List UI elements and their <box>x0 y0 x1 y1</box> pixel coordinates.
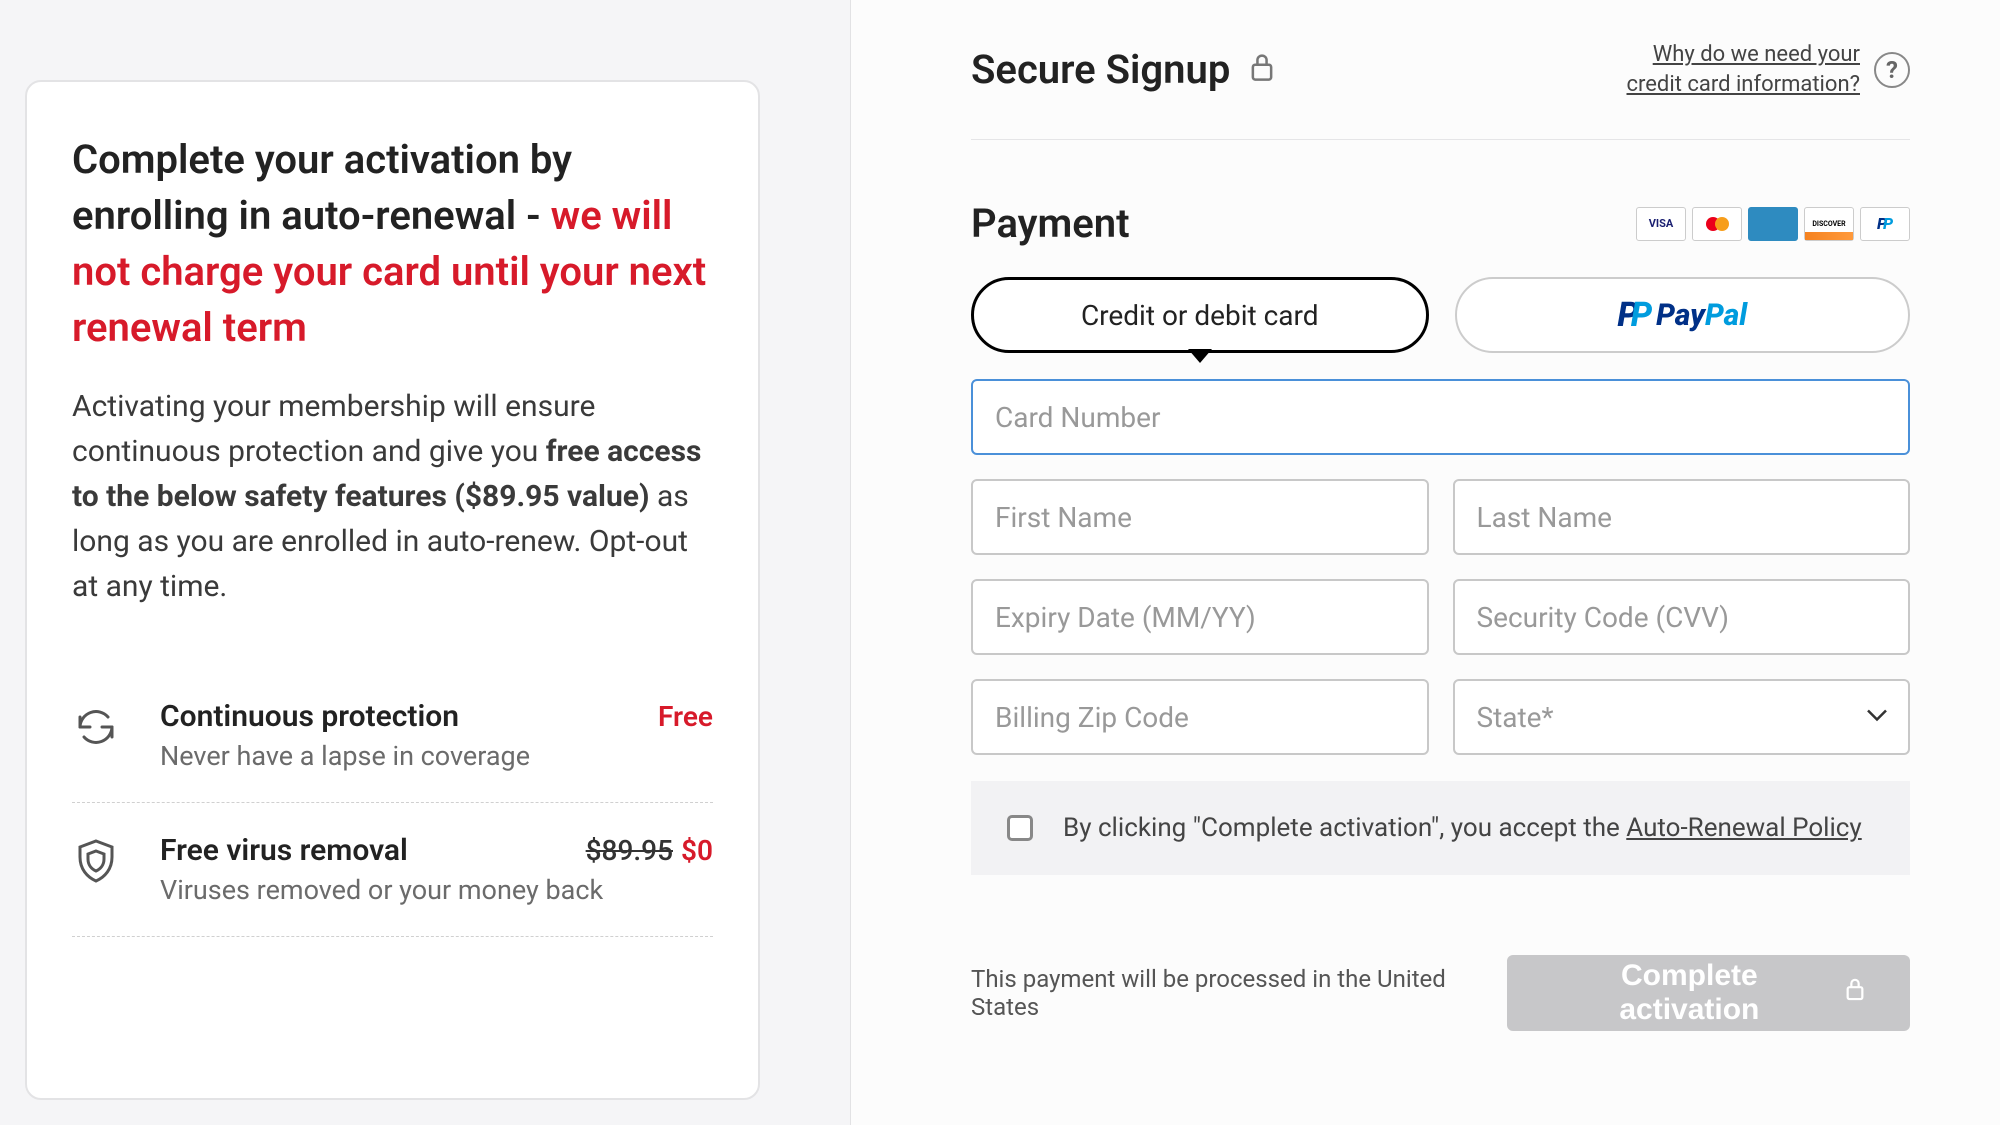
secure-title-text: Secure Signup <box>971 46 1230 93</box>
processed-in-text: This payment will be processed in the Un… <box>971 965 1507 1021</box>
activation-subtext: Activating your membership will ensure c… <box>72 384 713 609</box>
payment-method-card-label: Credit or debit card <box>1081 299 1319 332</box>
payment-title: Payment <box>971 200 1130 247</box>
payment-method-paypal-tab[interactable]: PPPayPal <box>1455 277 1911 353</box>
expiry-input[interactable] <box>971 579 1429 655</box>
help-icon[interactable]: ? <box>1874 52 1910 88</box>
consent-checkbox[interactable] <box>1007 815 1033 841</box>
feature-virus-removal: Free virus removal $89.95$0 Viruses remo… <box>72 803 713 937</box>
lock-icon <box>1844 976 1866 1010</box>
why-credit-card-link[interactable]: Why do we need your credit card informat… <box>1627 40 1861 99</box>
last-name-input[interactable] <box>1453 479 1911 555</box>
card-brand-icons: VISA DISCOVER PP <box>1636 207 1910 241</box>
payment-method-card-tab[interactable]: Credit or debit card <box>971 277 1429 353</box>
activation-card: Complete your activation by enrolling in… <box>25 80 760 1100</box>
subtext-prefix: Activating your membership will ensure c… <box>72 389 595 469</box>
feature-price: $89.95$0 <box>586 834 713 867</box>
payment-form <box>971 379 1910 755</box>
activation-heading: Complete your activation by enrolling in… <box>72 132 713 356</box>
refresh-cycle-icon <box>72 703 120 751</box>
heading-prefix: Complete your activation by enrolling in… <box>72 136 572 239</box>
consent-box: By clicking "Complete activation", you a… <box>971 781 1910 875</box>
right-panel: Secure Signup Why do we need your credit… <box>850 0 2000 1125</box>
feature-continuous-protection: Continuous protection Free Never have a … <box>72 669 713 803</box>
complete-activation-label: Complete activation <box>1551 959 1828 1027</box>
feature-title: Free virus removal <box>160 833 408 868</box>
paypal-logo: PPPayPal <box>1617 295 1747 335</box>
secure-title: Secure Signup <box>971 46 1276 93</box>
auto-renewal-policy-link[interactable]: Auto-Renewal Policy <box>1626 813 1861 843</box>
complete-activation-button[interactable]: Complete activation <box>1507 955 1910 1031</box>
mastercard-icon <box>1692 207 1742 241</box>
consent-text: By clicking "Complete activation", you a… <box>1063 813 1862 843</box>
info-link-line2: credit card information? <box>1627 72 1861 97</box>
card-number-input[interactable] <box>971 379 1910 455</box>
shield-icon <box>72 837 120 885</box>
info-link-line1: Why do we need your <box>1653 42 1860 67</box>
discover-icon: DISCOVER <box>1804 207 1854 241</box>
feature-price-main: $0 <box>681 834 713 867</box>
visa-icon: VISA <box>1636 207 1686 241</box>
amex-icon <box>1748 207 1798 241</box>
cvv-input[interactable] <box>1453 579 1911 655</box>
billing-zip-input[interactable] <box>971 679 1429 755</box>
first-name-input[interactable] <box>971 479 1429 555</box>
left-panel: Complete your activation by enrolling in… <box>0 0 850 1125</box>
feature-price: Free <box>658 700 713 733</box>
feature-title: Continuous protection <box>160 699 459 734</box>
state-select[interactable] <box>1453 679 1911 755</box>
feature-desc: Never have a lapse in coverage <box>160 740 713 772</box>
lock-icon <box>1248 46 1276 93</box>
feature-price-strike: $89.95 <box>586 834 673 867</box>
secure-header: Secure Signup Why do we need your credit… <box>971 40 1910 140</box>
consent-prefix: By clicking "Complete activation", you a… <box>1063 813 1626 843</box>
paypal-icon: PP <box>1860 207 1910 241</box>
feature-desc: Viruses removed or your money back <box>160 874 713 906</box>
